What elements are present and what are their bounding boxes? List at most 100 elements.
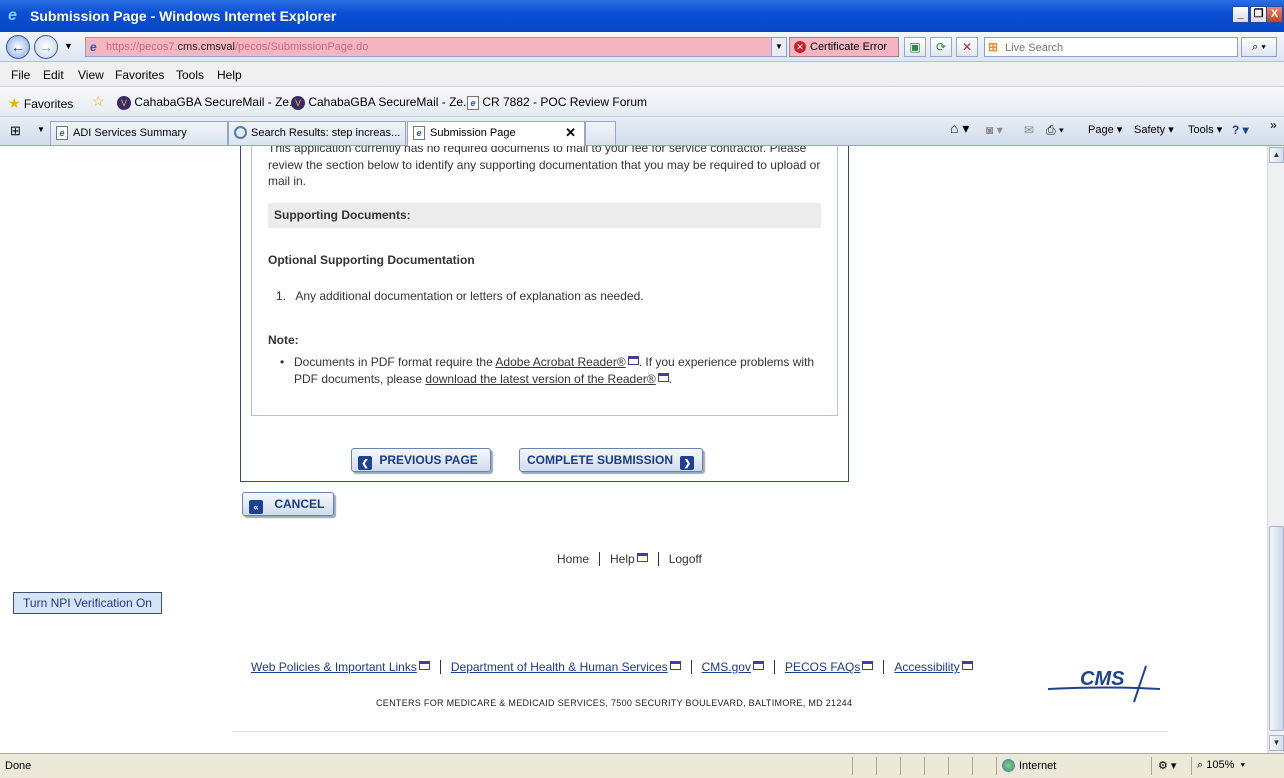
menu-tools[interactable]: Tools: [176, 68, 204, 82]
certificate-error-button[interactable]: ✕ Certificate Error: [789, 37, 899, 57]
restore-button[interactable]: ❐: [1250, 6, 1267, 23]
tab-search-results[interactable]: Search Results: step increas...: [228, 121, 406, 145]
note-heading: Note:: [268, 333, 299, 347]
tab-submission-page[interactable]: e Submission Page ✕: [407, 121, 585, 146]
chevron-left-icon: ❮: [358, 456, 372, 470]
page-menu-button[interactable]: Page ▾: [1088, 123, 1122, 136]
logoff-link[interactable]: Logoff: [669, 552, 702, 566]
zoom-level[interactable]: ⌕ 105% ▾: [1197, 759, 1245, 772]
external-link-icon: [669, 661, 681, 670]
star-icon: ★: [8, 95, 21, 111]
intro-text: This application currently has no requir…: [268, 146, 821, 188]
search-button[interactable]: ⌕ ▾: [1241, 37, 1277, 57]
optional-docs-heading: Optional Supporting Documentation: [268, 253, 475, 267]
back-button[interactable]: ←: [6, 35, 30, 59]
hhs-link[interactable]: Department of Health & Human Services: [451, 660, 668, 674]
print-icon[interactable]: ⎙ ▾: [1046, 123, 1064, 138]
top-nav-links: Home Help Logoff: [557, 552, 702, 566]
new-tab-button[interactable]: [585, 121, 616, 145]
external-link-icon: [961, 661, 973, 670]
npi-verification-button[interactable]: Turn NPI Verification On: [13, 592, 162, 614]
menu-edit[interactable]: Edit: [43, 68, 64, 82]
menu-view[interactable]: View: [78, 68, 104, 82]
search-box[interactable]: ⊞: [984, 37, 1238, 57]
home-icon[interactable]: ⌂ ▾: [950, 120, 969, 137]
list-item: 1. Any additional documentation or lette…: [276, 289, 644, 303]
download-reader-link[interactable]: download the latest version of the Reade…: [425, 372, 655, 386]
external-link-icon: [657, 373, 669, 382]
menu-help[interactable]: Help: [217, 68, 242, 82]
page-icon: e: [56, 126, 68, 140]
address-field[interactable]: e https://pecos7.cms.cmsval/pecos/Submis…: [85, 37, 787, 57]
scroll-down-icon[interactable]: ▼: [1269, 735, 1284, 751]
external-link-icon: [627, 356, 639, 365]
cahaba-icon: V: [291, 95, 305, 110]
help-link[interactable]: Help: [610, 552, 648, 566]
svg-text:CMS: CMS: [1080, 668, 1125, 690]
footer-links: Web Policies & Important Links Department…: [251, 660, 973, 674]
external-link-icon: [418, 661, 430, 670]
tools-menu-button[interactable]: Tools ▾: [1188, 123, 1222, 136]
status-bar: Done Internet ⚙ ▾ ⌕ 105% ▾: [0, 753, 1284, 778]
favorites-bar: ★ Favorites ☆ V CahabaGBA SecureMail - Z…: [0, 87, 1284, 117]
page-icon: e: [467, 95, 479, 110]
accessibility-link[interactable]: Accessibility: [894, 660, 959, 674]
home-link[interactable]: Home: [557, 552, 589, 566]
scroll-up-icon[interactable]: ▲: [1269, 147, 1284, 163]
address-dropdown-icon[interactable]: ▼: [771, 38, 786, 56]
window-title: Submission Page - Windows Internet Explo…: [30, 8, 337, 24]
supporting-documents-heading: Supporting Documents:: [268, 203, 821, 228]
loading-icon: [234, 126, 247, 139]
adobe-reader-link[interactable]: Adobe Acrobat Reader®: [495, 355, 625, 369]
tab-adi-services[interactable]: e ADI Services Summary: [50, 121, 228, 145]
minimize-button[interactable]: _: [1232, 6, 1249, 23]
close-window-button[interactable]: X: [1266, 6, 1283, 23]
globe-icon: [1002, 759, 1015, 772]
pecos-faqs-link[interactable]: PECOS FAQs: [785, 660, 860, 674]
mail-icon[interactable]: ✉: [1024, 123, 1034, 137]
safety-menu-button[interactable]: Safety ▾: [1134, 123, 1174, 136]
double-chevron-left-icon: «: [249, 500, 263, 514]
favorite-link-2[interactable]: V CahabaGBA SecureMail - Ze...: [291, 95, 473, 110]
stop-icon[interactable]: ✕: [956, 37, 978, 57]
security-zone: Internet: [1002, 759, 1056, 772]
status-text: Done: [5, 760, 32, 772]
search-input[interactable]: [1005, 40, 1230, 55]
favorite-link-1[interactable]: V CahabaGBA SecureMail - Ze...: [117, 95, 299, 110]
vertical-scrollbar[interactable]: ▲ ▼: [1267, 146, 1284, 753]
previous-page-button[interactable]: ❮ PREVIOUS PAGE: [351, 448, 491, 472]
note-text: • Documents in PDF format require the Ad…: [280, 355, 815, 386]
protected-mode-icon[interactable]: ⚙ ▾: [1158, 759, 1176, 772]
refresh-icon[interactable]: ⟳: [930, 37, 952, 57]
page-icon: e: [413, 126, 425, 140]
cancel-button[interactable]: « CANCEL: [242, 492, 334, 516]
favorites-button[interactable]: ★ Favorites: [8, 95, 73, 112]
menu-bar: File Edit View Favorites Tools Help: [0, 62, 1284, 87]
certificate-error-label: Certificate Error: [810, 41, 888, 53]
forward-button[interactable]: →: [34, 35, 58, 59]
close-tab-icon[interactable]: ✕: [565, 122, 576, 144]
complete-submission-button[interactable]: COMPLETE SUBMISSION ❯: [519, 448, 703, 472]
more-chevron-icon[interactable]: »: [1270, 118, 1277, 132]
cahaba-icon: V: [117, 95, 131, 110]
compatibility-icon[interactable]: ▣: [904, 37, 926, 57]
live-search-logo-icon: ⊞: [988, 40, 999, 54]
add-favorite-icon[interactable]: ☆: [92, 93, 105, 110]
web-policies-link[interactable]: Web Policies & Important Links: [251, 660, 417, 674]
tab-list-dropdown-icon[interactable]: ▼: [37, 125, 45, 134]
history-dropdown-icon[interactable]: ▼: [64, 41, 73, 51]
menu-file[interactable]: File: [11, 68, 30, 82]
url-text[interactable]: https://pecos7.cms.cmsval/pecos/Submissi…: [106, 41, 368, 53]
cms-gov-link[interactable]: CMS.gov: [702, 660, 751, 674]
scrollbar-thumb[interactable]: [1269, 526, 1284, 731]
cms-logo: CMS: [1047, 665, 1161, 703]
page-icon: e: [90, 40, 97, 54]
quick-tabs-icon[interactable]: ⊞: [10, 123, 21, 139]
feeds-icon[interactable]: ◙ ▾: [986, 123, 1003, 137]
help-icon[interactable]: ? ▾: [1232, 123, 1249, 137]
favorite-link-3[interactable]: e CR 7882 - POC Review Forum: [467, 95, 647, 110]
menu-favorites[interactable]: Favorites: [115, 68, 164, 82]
external-link-icon: [862, 661, 874, 670]
chevron-right-icon: ❯: [680, 456, 695, 470]
external-link-icon: [752, 661, 764, 670]
